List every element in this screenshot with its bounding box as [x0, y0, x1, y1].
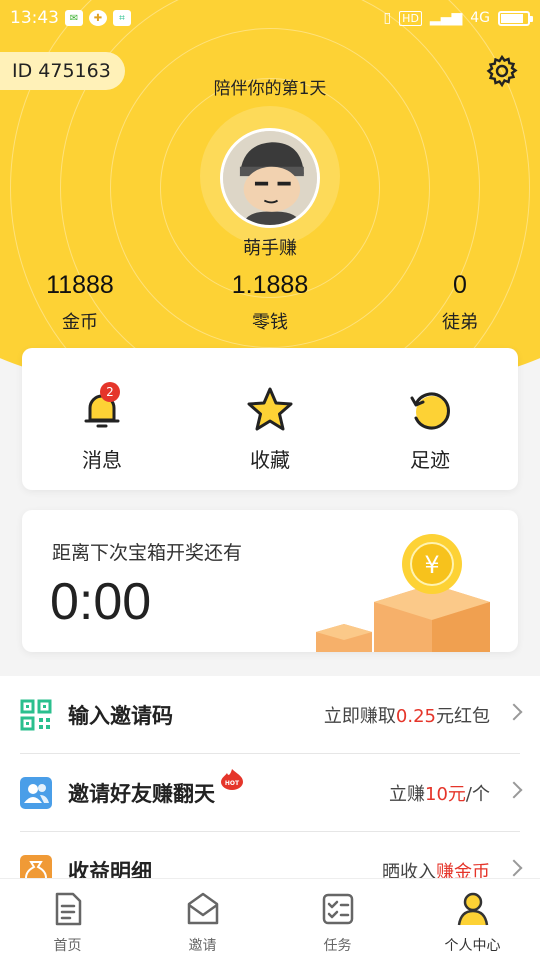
quick-action-favorites[interactable]: 收藏 [200, 384, 340, 473]
stat-label: 零钱 [252, 312, 288, 333]
list-item-invite-friends[interactable]: 邀请好友赚翻天 HOT 立赚10元/个 [20, 754, 523, 832]
stat-label: 金币 [62, 312, 98, 333]
quick-action-label: 足迹 [410, 448, 450, 472]
hot-tag-icon: HOT [221, 768, 243, 790]
stat-value: 0 [453, 271, 467, 299]
chevron-right-icon [505, 859, 523, 877]
nav-tab-home[interactable]: 首页 [0, 879, 135, 960]
chest-countdown-timer: 0:00 [50, 573, 152, 631]
quick-action-label: 收藏 [250, 448, 290, 472]
scan-icon: ⌗ [113, 10, 131, 26]
envelope-icon [187, 892, 218, 925]
friends-icon [20, 776, 52, 809]
profile-header: 13:43 ✉ ✚ ⌗ ▯ HD ▂▄▆ 4G ID 475163 陪伴你的第1… [0, 0, 540, 400]
qrcode-icon [20, 699, 52, 730]
unread-badge: 2 [100, 382, 120, 402]
quick-action-label: 消息 [82, 448, 122, 472]
coin-symbol: ¥ [424, 551, 439, 579]
bottom-navigation: 首页 邀请 任务 个人中心 [0, 878, 540, 960]
avatar-cartoon-image [223, 131, 317, 225]
nav-label: 首页 [53, 938, 82, 954]
nav-label: 邀请 [188, 938, 217, 954]
hd-indicator: HD [399, 10, 422, 26]
menu-list: 输入邀请码 立即赚取0.25元红包 邀请好友赚翻天 HOT 立赚10元/个 收益… [0, 676, 540, 910]
nickname: 萌手赚 [243, 238, 297, 259]
tasks-icon [322, 893, 353, 925]
nav-tab-invite[interactable]: 邀请 [135, 879, 270, 960]
history-icon [410, 392, 450, 430]
nav-tab-tasks[interactable]: 任务 [270, 879, 405, 960]
quick-action-history[interactable]: 足迹 [360, 384, 500, 473]
chevron-right-icon [505, 781, 523, 799]
quick-action-messages[interactable]: 2 消息 [32, 382, 172, 473]
list-item-title: 邀请好友赚翻天 HOT [68, 768, 243, 808]
stat-value: 11888 [46, 271, 114, 299]
list-item-subtitle: 立即赚取0.25元红包 [323, 705, 490, 727]
network-type: 4G [470, 10, 490, 26]
chevron-right-icon [505, 703, 523, 721]
stat-change[interactable]: 1.1888 零钱 [180, 268, 360, 334]
person-icon [457, 892, 488, 926]
wechat-icon: ✉ [65, 10, 83, 26]
nav-label: 个人中心 [444, 938, 501, 954]
stat-apprentices[interactable]: 0 徒弟 [370, 268, 540, 334]
star-icon [247, 387, 293, 431]
stat-label: 徒弟 [442, 312, 478, 333]
battery-icon [498, 10, 533, 26]
svg-text:HOT: HOT [225, 780, 240, 787]
chest-countdown-label: 距离下次宝箱开奖还有 [52, 542, 243, 564]
app-notification-icon: ✚ [89, 10, 107, 26]
companion-days: 陪伴你的第1天 [213, 79, 327, 99]
signal-icon: ▂▄▆ [429, 10, 463, 26]
stat-value: 1.1888 [231, 271, 309, 299]
nav-tab-profile[interactable]: 个人中心 [405, 879, 540, 960]
home-doc-icon [55, 892, 81, 926]
list-item-subtitle: 立赚10元/个 [389, 783, 490, 805]
coin-stack-illustration: ¥ [316, 534, 490, 652]
quick-actions-card: 2 消息 收藏 足迹 [22, 348, 518, 490]
list-item-title: 输入邀请码 [68, 703, 173, 728]
status-time: 13:43 [10, 8, 59, 28]
treasure-chest-card[interactable]: 距离下次宝箱开奖还有 0:00 ¥ [22, 510, 518, 652]
list-item-invite-code[interactable]: 输入邀请码 立即赚取0.25元红包 [20, 676, 523, 754]
stat-coins[interactable]: 11888 金币 [0, 268, 170, 334]
status-bar: 13:43 ✉ ✚ ⌗ ▯ HD ▂▄▆ 4G [0, 0, 540, 36]
avatar[interactable] [220, 128, 320, 228]
nav-label: 任务 [323, 938, 352, 954]
vibrate-icon: ▯ [383, 10, 392, 26]
